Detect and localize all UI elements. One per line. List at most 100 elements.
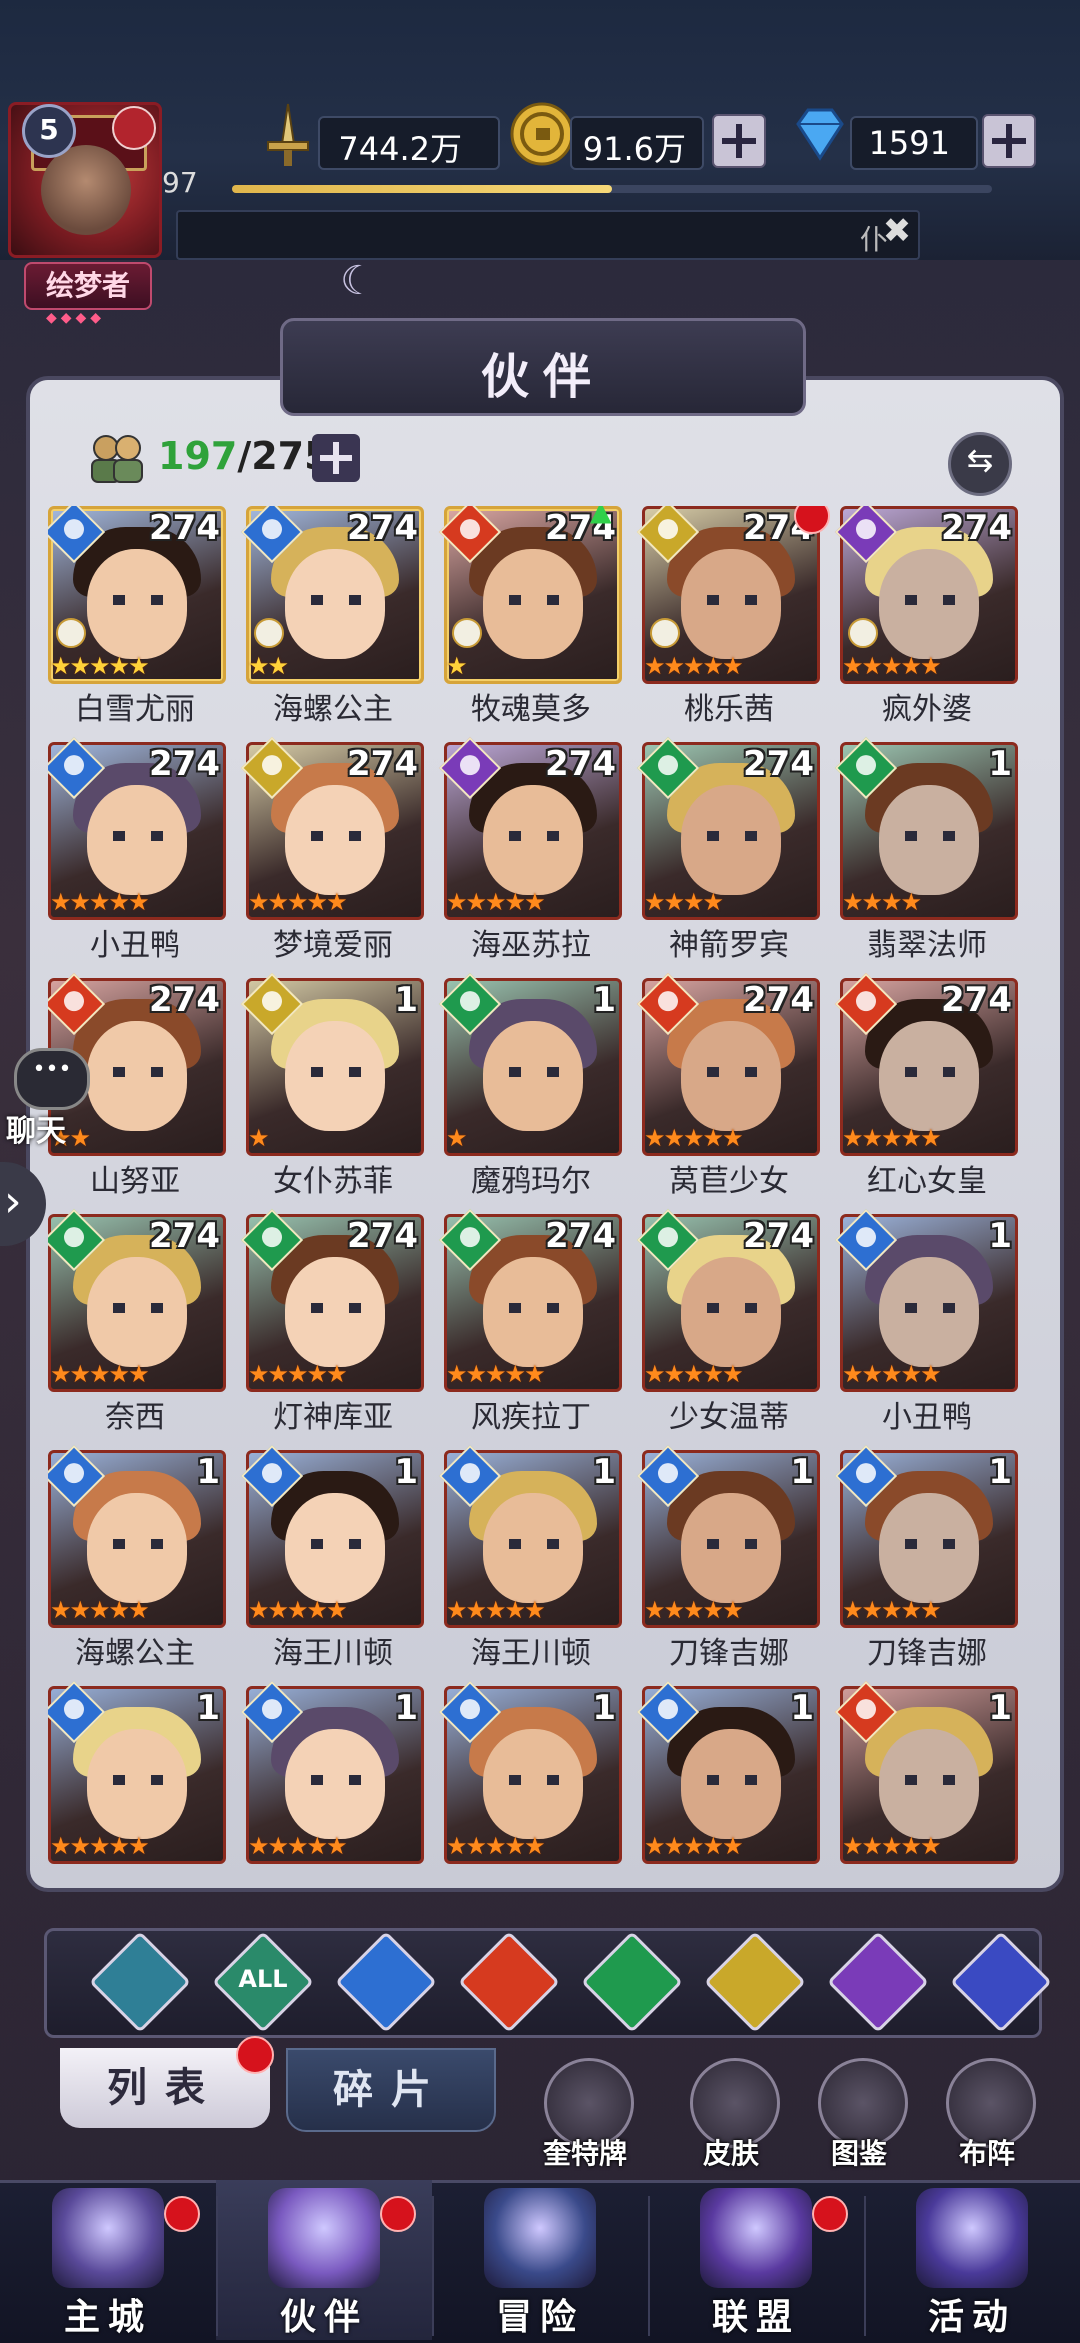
hero-card[interactable]: 1 ★★★★★ 海王川顿 — [438, 1444, 622, 1678]
hero-card[interactable]: 274 ★★★★★ 梦境爱丽 — [240, 736, 424, 970]
hero-card[interactable]: 1 ★★★★★ 刀锋吉娜 — [834, 1444, 1018, 1678]
water-drop-icon — [353, 1949, 419, 2015]
compass-icon — [484, 2188, 596, 2288]
star-rating: ★★★★★ — [50, 652, 150, 680]
diamond-display: 1591 — [850, 116, 978, 170]
hero-card[interactable]: 1 ★ 女仆苏菲 — [240, 972, 424, 1206]
hero-name: 梦境爱丽 — [273, 928, 393, 963]
formation-button[interactable]: 布阵 — [932, 2058, 1042, 2170]
star-rating: ★★★★★ — [842, 1124, 942, 1152]
add-diamond-button[interactable] — [982, 114, 1036, 168]
nav-label: 联盟 — [711, 2297, 800, 2338]
rank-pawn-icon — [650, 618, 680, 648]
hero-level: 1 — [592, 980, 616, 1020]
avatar-gem-icon — [112, 106, 156, 150]
hero-level: 274 — [149, 744, 220, 784]
hero-level: 1 — [196, 1452, 220, 1492]
star-rating: ★ — [446, 1124, 467, 1152]
hero-level: 1 — [988, 1452, 1012, 1492]
hero-card[interactable]: 274 ★★★★★ 风疾拉丁 — [438, 1208, 622, 1442]
nav-label: 伙伴 — [279, 2297, 368, 2338]
hero-card[interactable]: 274 ★★★★★ 疯外婆 — [834, 506, 1018, 734]
hero-card[interactable]: 274 ★★★★★ 红心女皇 — [834, 972, 1018, 1206]
chat-bubble-icon: ••• — [14, 1048, 90, 1110]
hero-level: 1 — [988, 744, 1012, 784]
hero-level: 1 — [988, 1216, 1012, 1256]
hero-card[interactable]: 1 ★★★★★ — [834, 1680, 1018, 1882]
hero-card[interactable]: 274 ★★★★★ 小丑鸭 — [48, 736, 226, 970]
star-rating: ★★★★★ — [842, 1832, 942, 1860]
star-rating: ★★★★★ — [842, 1360, 942, 1388]
hero-card[interactable]: 274 ★★★★ 神箭罗宾 — [636, 736, 820, 970]
nav-divider — [648, 2196, 650, 2336]
moon-icon — [845, 1949, 911, 2015]
close-x-icon[interactable]: ✖ — [876, 208, 918, 254]
nav-notification-dot — [812, 2196, 848, 2232]
hero-card[interactable]: 274 ★★★★★ 奈西 — [48, 1208, 226, 1442]
hero-level: 274 — [545, 744, 616, 784]
player-exp: 97 — [162, 166, 198, 199]
nav-item[interactable]: 活动 — [864, 2180, 1080, 2340]
hero-level: 274 — [545, 1216, 616, 1256]
hero-card[interactable]: 1 ★★★★ 翡翠法师 — [834, 736, 1018, 970]
hero-card[interactable]: 1 ★★★★★ 海王川顿 — [240, 1444, 424, 1678]
hero-card[interactable]: 1 ★★★★★ — [240, 1680, 424, 1882]
rank-pawn-icon — [848, 618, 878, 648]
hero-card[interactable]: 274 ★ 牧魂莫多 ▲ — [438, 506, 622, 734]
expand-hero-slots-button[interactable] — [312, 434, 360, 482]
hero-name: 疯外婆 — [882, 692, 972, 727]
player-level-badge: 5 — [22, 104, 76, 158]
chevron-right-icon: › — [4, 1176, 22, 1227]
player-title-badge[interactable]: 绘梦者 — [24, 262, 152, 310]
hero-card[interactable]: 274 ★★★★★ 灯神库亚 — [240, 1208, 424, 1442]
hero-card[interactable]: 274 ★★ 海螺公主 — [240, 506, 424, 734]
hero-name: 白雪尤丽 — [75, 692, 195, 727]
skins-button[interactable]: 皮肤 — [676, 2058, 786, 2170]
star-rating: ★★★★★ — [50, 1360, 150, 1388]
witch-hat-icon — [268, 2188, 380, 2288]
hero-level: 274 — [149, 1216, 220, 1256]
hero-level: 1 — [592, 1688, 616, 1728]
hero-card[interactable]: 1 ★ 魔鸦玛尔 — [438, 972, 622, 1206]
hero-card[interactable]: 1 ★★★★★ 海螺公主 — [48, 1444, 226, 1678]
hero-card[interactable]: 274 ★★★★★ 莴苣少女 — [636, 972, 820, 1206]
star-rating: ★★★★★ — [644, 1832, 744, 1860]
hero-name: 刀锋吉娜 — [867, 1636, 987, 1671]
diamond-value: 1591 — [868, 124, 950, 162]
nav-item[interactable]: 冒险 — [432, 2180, 648, 2340]
notice-bar[interactable]: 仆 — [176, 210, 920, 260]
sort-button[interactable]: ⇆ — [948, 432, 1012, 496]
hero-name: 女仆苏菲 — [273, 1164, 393, 1199]
hero-card[interactable]: 274 ★★★★★ 海巫苏拉 — [438, 736, 622, 970]
chat-button[interactable]: ••• 聊天 — [0, 1042, 96, 1149]
hero-card[interactable]: 1 ★★★★★ — [438, 1680, 622, 1882]
hero-card[interactable]: 1 ★★★★★ 小丑鸭 — [834, 1208, 1018, 1442]
diamond-icon — [796, 108, 844, 161]
add-gold-button[interactable] — [712, 114, 766, 168]
tool-label: 图鉴 — [830, 2137, 887, 2170]
hero-name: 牧魂莫多 — [471, 692, 591, 727]
codex-button[interactable]: 图鉴 — [804, 2058, 914, 2170]
hero-level: 1 — [988, 1688, 1012, 1728]
star-rating: ★★★★★ — [446, 1832, 546, 1860]
star-rating: ★ — [248, 1124, 269, 1152]
tab-shards[interactable]: 碎片 — [286, 2048, 496, 2132]
star-rating: ★★★★★ — [248, 1596, 348, 1624]
hero-card[interactable]: 274 ★★★★★ 白雪尤丽 — [48, 506, 226, 734]
nav-label: 活动 — [927, 2297, 1016, 2338]
star-rating: ★★★★★ — [644, 652, 744, 680]
star-rating: ★★★★★ — [446, 1360, 546, 1388]
hero-card[interactable]: 274 ★★★★★ 桃乐茜 — [636, 506, 830, 734]
hero-card[interactable]: 1 ★★★★★ 刀锋吉娜 — [636, 1444, 820, 1678]
hero-level: 274 — [743, 1216, 814, 1256]
hero-card[interactable]: 274 ★★★★★ 少女温蒂 — [636, 1208, 820, 1442]
hero-card[interactable]: 1 ★★★★★ — [636, 1680, 820, 1882]
wind-icon — [599, 1949, 665, 2015]
star-rating: ★★★★★ — [644, 1124, 744, 1152]
hero-name: 山努亚 — [90, 1164, 180, 1199]
tool-label: 布阵 — [958, 2137, 1015, 2170]
quest-card-button[interactable]: 奎特牌 — [530, 2058, 640, 2170]
nav-label: 主城 — [63, 2297, 152, 2338]
hero-card[interactable]: 1 ★★★★★ — [48, 1680, 226, 1882]
star-rating: ★★★★★ — [50, 1832, 150, 1860]
